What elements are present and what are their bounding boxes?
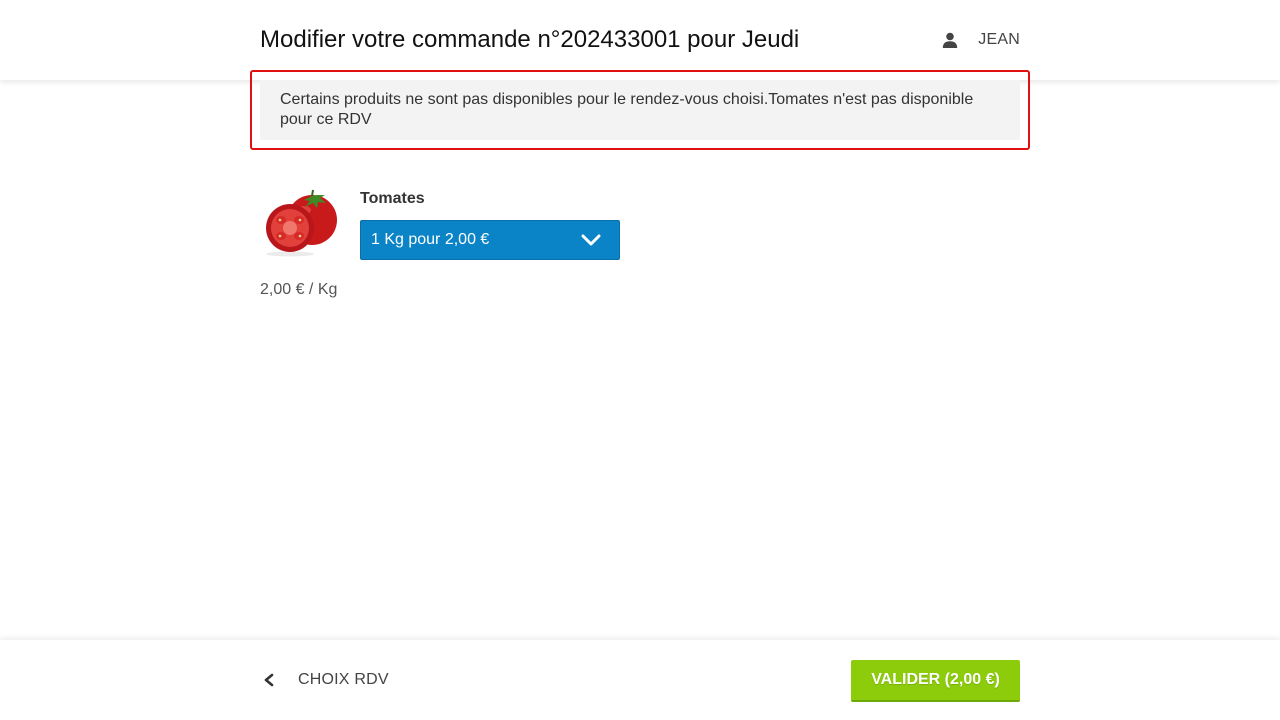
variant-select-value: 1 Kg pour 2,00 € bbox=[371, 231, 490, 248]
back-label: CHOIX RDV bbox=[298, 671, 389, 688]
validate-button[interactable]: VALIDER (2,00 €) bbox=[851, 660, 1020, 702]
back-button[interactable]: CHOIX RDV bbox=[260, 668, 389, 692]
unit-price: 2,00 € / Kg bbox=[260, 281, 338, 298]
user-name: JEAN bbox=[978, 31, 1020, 48]
page-title: Modifier votre commande n°202433001 pour… bbox=[260, 26, 800, 53]
user-menu[interactable]: JEAN bbox=[942, 28, 1020, 52]
availability-alert: Certains produits ne sont pas disponible… bbox=[250, 70, 1030, 150]
chevron-left-icon bbox=[264, 673, 274, 687]
footer: CHOIX RDV VALIDER (2,00 €) bbox=[0, 640, 1280, 720]
tomatoes-image bbox=[266, 189, 337, 257]
header: Modifier votre commande n°202433001 pour… bbox=[0, 0, 1280, 80]
user-icon bbox=[943, 32, 958, 48]
product-item: Tomates 1 Kg pour 2,00 € 2,00 € / Kg bbox=[260, 180, 760, 310]
variant-select[interactable]: 1 Kg pour 2,00 € bbox=[360, 220, 620, 260]
alert-message: Certains produits ne sont pas disponible… bbox=[260, 80, 1020, 140]
product-name: Tomates bbox=[360, 190, 425, 207]
chevron-down-icon bbox=[581, 234, 601, 246]
